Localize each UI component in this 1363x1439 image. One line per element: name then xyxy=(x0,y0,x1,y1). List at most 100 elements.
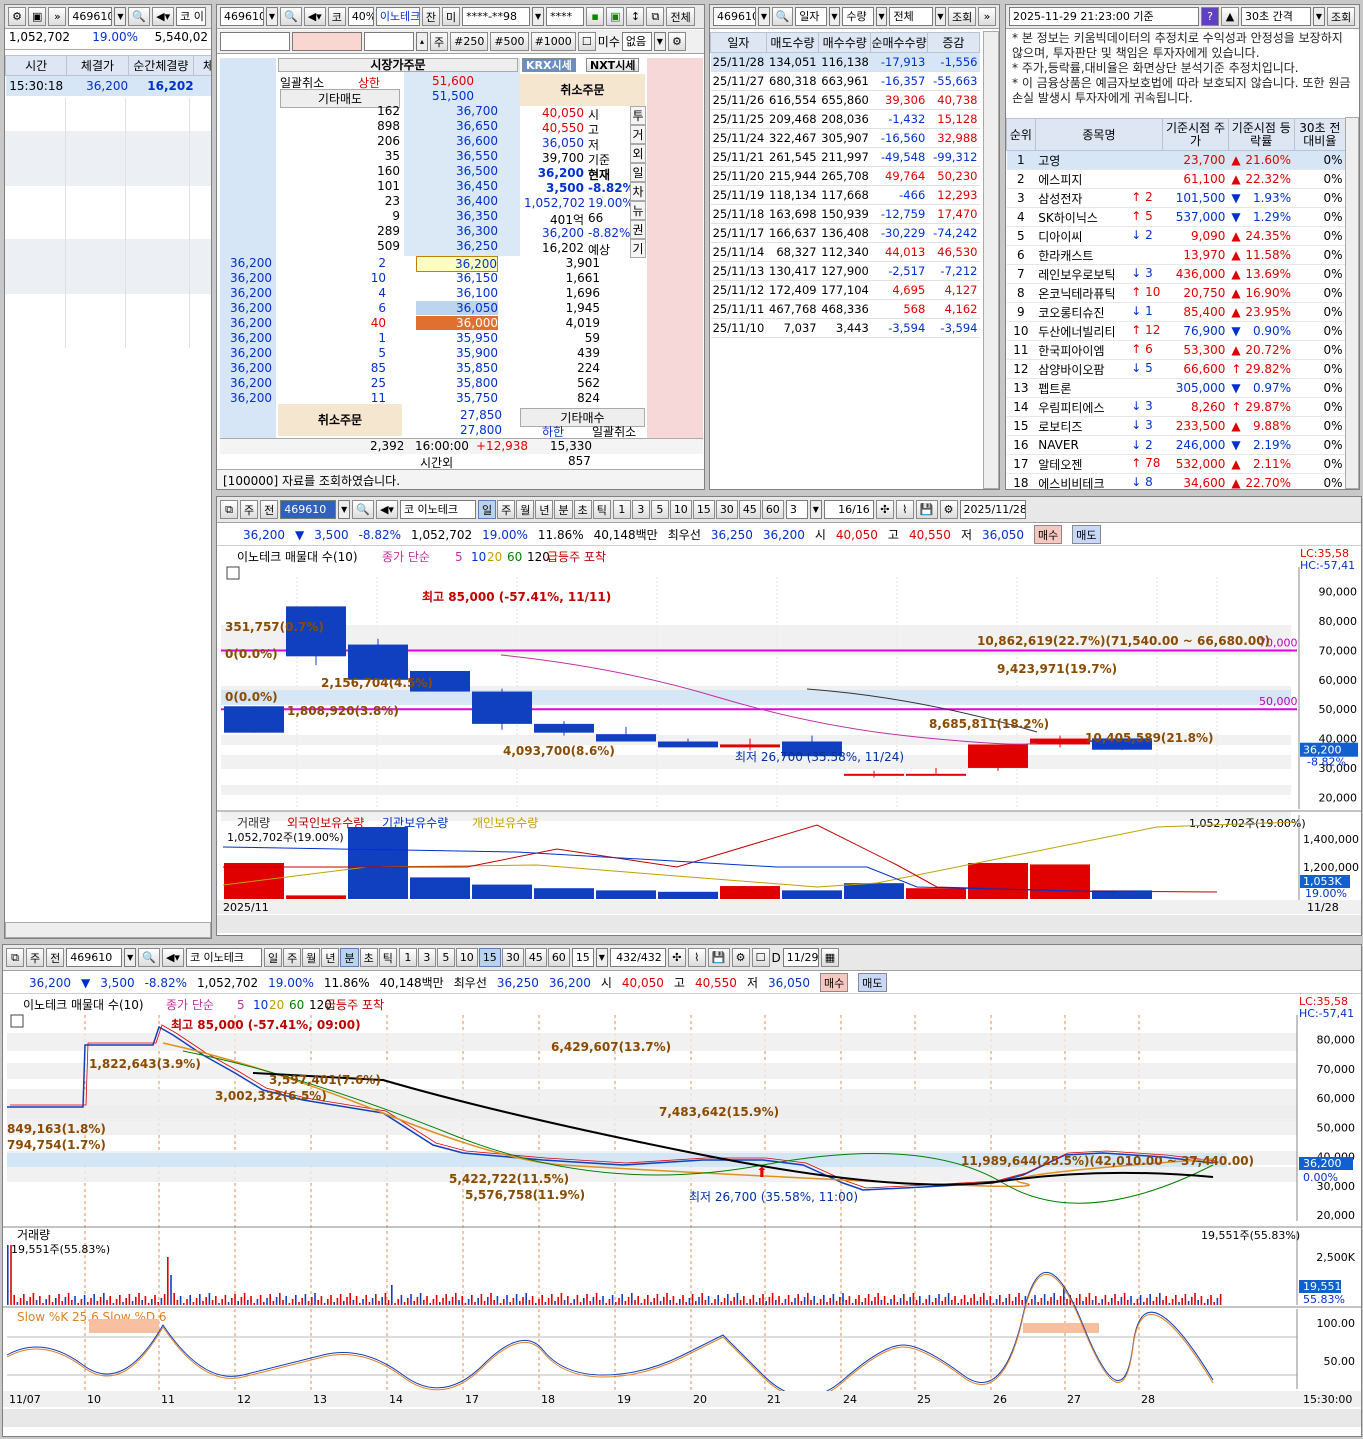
table-row[interactable]: 25/11/17 166,637 136,408 -30,229 -74,242 xyxy=(710,223,980,243)
side-tab[interactable]: 외 xyxy=(630,144,646,163)
table-row[interactable]: 25/11/24 322,467 305,907 -16,560 32,988 xyxy=(710,128,980,148)
interval-dropdown[interactable]: ▼ xyxy=(1313,7,1325,26)
interval-button[interactable]: 3 xyxy=(417,948,436,967)
interval-button[interactable]: 10 xyxy=(455,948,478,967)
spin-icon[interactable]: ▴ xyxy=(416,32,428,51)
sell-button[interactable]: 매도 xyxy=(858,973,887,992)
c1-date[interactable]: 2025/11/28 xyxy=(959,500,1026,519)
gear-icon[interactable]: ⚙ xyxy=(8,7,26,26)
stock-name[interactable]: 코오롱티슈진 ↓ 1 xyxy=(1035,302,1163,322)
search-icon[interactable]: 🔍 xyxy=(280,7,302,26)
period-button[interactable]: 틱 xyxy=(592,500,611,519)
stock-name[interactable]: 삼성전자 ↑ 2 xyxy=(1035,188,1163,208)
dropdown-icon[interactable]: ▼ xyxy=(124,948,137,967)
side-tab[interactable]: 기 xyxy=(630,239,646,258)
green-icon[interactable]: ▪ xyxy=(586,7,605,26)
p3-qty-select[interactable]: 수량 xyxy=(842,7,874,26)
table-row[interactable]: 18 에스비비테크 ↓ 8 34,600 ▲ 22.70% 0% xyxy=(1006,473,1346,489)
interval-button[interactable]: 15 xyxy=(692,500,715,519)
buy-button[interactable]: 매수 xyxy=(820,973,849,992)
horizontal-scrollbar[interactable] xyxy=(5,922,211,938)
stock-name[interactable]: 우림피티에스 ↓ 3 xyxy=(1035,397,1163,417)
qty-500-button[interactable]: #500 xyxy=(490,32,529,51)
stock-name[interactable]: 에스피지 xyxy=(1035,169,1163,189)
search-icon[interactable]: 🔍 xyxy=(771,7,794,26)
stock-name[interactable]: 삼양바이오팜 ↓ 5 xyxy=(1035,359,1163,379)
chart-scrollbar[interactable] xyxy=(217,915,1362,933)
table-row[interactable]: 8 온코닉테라퓨틱 ↑ 10 20,750 ▲ 16.90% 0% xyxy=(1006,283,1346,303)
dropdown-icon[interactable]: ▼ xyxy=(934,7,947,26)
green-window-icon[interactable]: ▣ xyxy=(606,7,625,26)
dropdown-icon[interactable]: ▼ xyxy=(828,7,841,26)
table-row[interactable]: 2 에스피지 61,100 ▲ 22.32% 0% xyxy=(1006,169,1346,189)
updown-icon[interactable]: ↕ xyxy=(626,7,645,26)
c1-ju[interactable]: 주 xyxy=(240,500,259,519)
stock-name[interactable]: 에스비비테크 ↓ 8 xyxy=(1035,473,1163,489)
side-tab[interactable]: 거 xyxy=(630,125,646,144)
c1-sel[interactable]: 3 xyxy=(785,500,808,519)
chart-scrollbar[interactable] xyxy=(3,1409,1362,1427)
table-row[interactable]: 25/11/14 68,327 112,340 44,013 46,530 xyxy=(710,242,980,262)
stock-name[interactable]: 한국피아이엠 ↑ 6 xyxy=(1035,340,1163,360)
bid-price[interactable]: 35,800 xyxy=(416,376,498,390)
interval-button[interactable]: 5 xyxy=(436,948,455,967)
speaker-icon[interactable]: ◀▾ xyxy=(375,500,398,519)
vertical-scrollbar[interactable] xyxy=(983,31,999,489)
order-price-input[interactable] xyxy=(292,32,362,51)
ask-price[interactable]: 36,450 xyxy=(410,179,498,193)
cancel-order-button-2[interactable]: 취소주문 xyxy=(318,413,362,427)
dropdown-icon[interactable]: ▼ xyxy=(595,948,608,967)
table-row[interactable]: 13 펩트론 305,000 ▼ 0.97% 0% xyxy=(1006,378,1346,398)
period-button[interactable]: 월 xyxy=(516,500,535,519)
nxt-tab[interactable]: NXT시세 xyxy=(586,58,640,72)
search-icon[interactable]: 🔍 xyxy=(138,948,160,967)
p3-all-select[interactable]: 전체 xyxy=(889,7,933,26)
account-input[interactable]: ****-**98 xyxy=(462,7,531,26)
p2-code-dropdown[interactable]: ▼ xyxy=(266,7,278,26)
c2-jeon[interactable]: 전 xyxy=(46,948,65,967)
gear-icon[interactable]: ⚙ xyxy=(667,32,686,51)
save-icon[interactable]: 💾 xyxy=(707,948,730,967)
period-button[interactable]: 주 xyxy=(283,948,302,967)
period-button[interactable]: 초 xyxy=(359,948,378,967)
stock-name[interactable]: 한라캐스트 xyxy=(1035,245,1163,265)
p3-query-button[interactable]: 조회 xyxy=(948,7,977,26)
stock-name[interactable]: 알테오젠 ↑ 78 xyxy=(1035,454,1163,474)
ask-price[interactable]: 36,550 xyxy=(410,149,498,163)
side-tab[interactable]: 일 xyxy=(630,163,646,182)
table-row[interactable]: 12 삼양바이오팜 ↓ 5 66,600 ↑ 29.82% 0% xyxy=(1006,359,1346,379)
daily-candle-chart[interactable]: 이노테크 매물대 수(10) 종가 단순 5 10 20 60 120급등주 포착70,00… xyxy=(217,547,1362,936)
table-row[interactable]: 25/11/18 163,698 150,939 -12,759 17,470 xyxy=(710,204,980,224)
vertical-scrollbar[interactable] xyxy=(1345,117,1359,489)
table-row[interactable]: 11 한국피아이엠 ↑ 6 53,300 ▲ 20.72% 0% xyxy=(1006,340,1346,360)
c2-sel[interactable]: 15 xyxy=(571,948,594,967)
ask-price[interactable]: 36,400 xyxy=(410,194,498,208)
chart-icon[interactable]: ⌇ xyxy=(895,500,914,519)
dropdown-icon[interactable]: ▼ xyxy=(809,500,822,519)
c1-code-input[interactable]: 469610 xyxy=(280,500,337,519)
stock-unit-button[interactable]: 주 xyxy=(430,32,449,51)
table-row[interactable]: 25/11/12 172,409 177,104 4,695 4,127 xyxy=(710,280,980,300)
table-row[interactable]: 25/11/28 134,051 116,138 -17,913 -1,556 xyxy=(710,52,980,72)
window-icon[interactable]: ⧉ xyxy=(6,948,24,967)
stock-name[interactable]: 고영 xyxy=(1035,150,1163,170)
stock-name[interactable]: 두산에너빌리티 ↑ 12 xyxy=(1035,321,1163,341)
table-row[interactable]: 25/11/19 118,134 117,668 -466 12,293 xyxy=(710,185,980,205)
ask-price[interactable]: 36,700 xyxy=(410,104,498,118)
p3-code-input[interactable]: 469610 xyxy=(713,7,757,26)
dropdown-icon[interactable]: ▼ xyxy=(338,500,351,519)
stock-name[interactable]: 온코닉테라퓨틱 ↑ 10 xyxy=(1035,283,1163,303)
table-row[interactable]: 1 고영 23,700 ▲ 21.60% 0% xyxy=(1006,150,1346,170)
interval-button[interactable]: 60 xyxy=(761,500,784,519)
qty-250-button[interactable]: #250 xyxy=(450,32,489,51)
search-icon[interactable]: 🔍 xyxy=(128,7,151,26)
speaker-icon[interactable]: ◀▾ xyxy=(161,948,184,967)
dropdown-icon[interactable]: ▼ xyxy=(875,7,888,26)
minute-candle-chart[interactable]: 이노테크 매물대 수(10) 종가 단순 5 10 20 60 120급등주 포착80,00… xyxy=(3,995,1362,1437)
misc-button[interactable]: 미 xyxy=(441,7,461,26)
period-button[interactable]: 년 xyxy=(321,948,340,967)
misu-checkbox[interactable]: ☐ xyxy=(577,32,596,51)
p2-code-input[interactable]: 469610 xyxy=(220,7,264,26)
interval-button[interactable]: 1 xyxy=(398,948,417,967)
calendar-icon[interactable]: ▦ xyxy=(820,948,840,967)
